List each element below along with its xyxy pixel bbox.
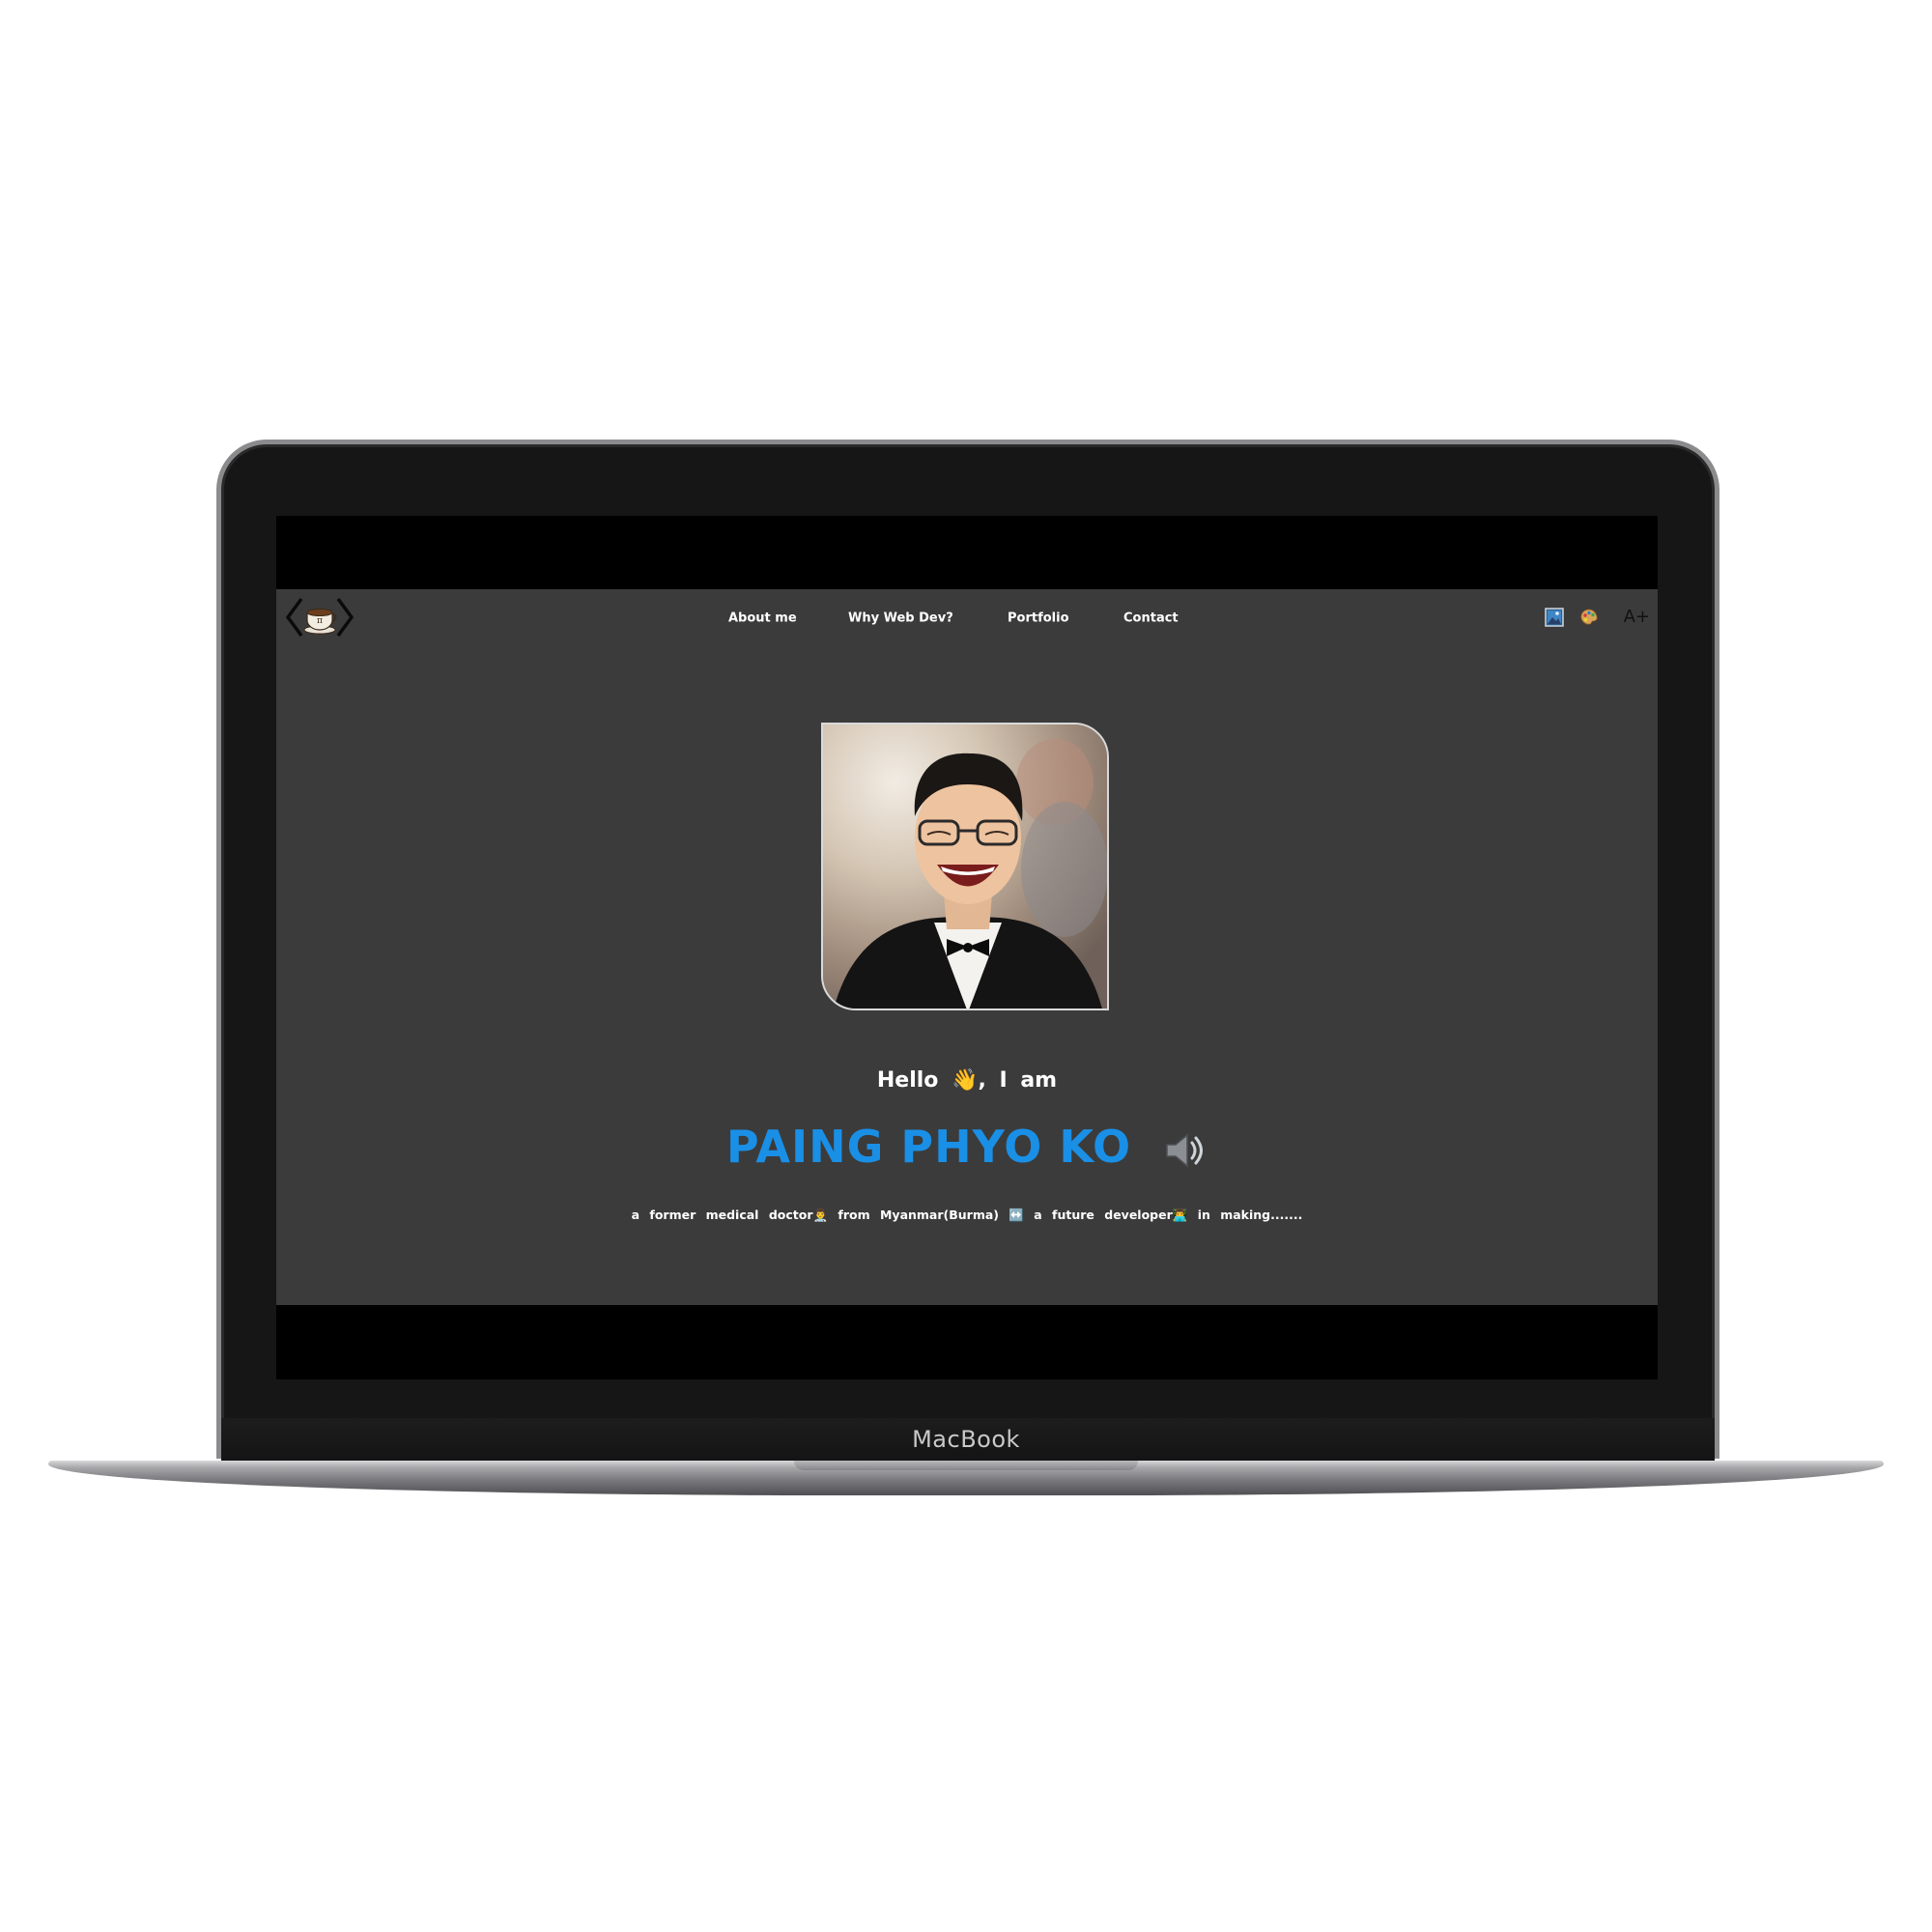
palette-icon[interactable] [1578, 607, 1600, 628]
font-size-increase-button[interactable]: A+ [1624, 607, 1650, 628]
nav-portfolio[interactable]: Portfolio [1008, 611, 1069, 626]
hero-name: PAING PHYO KO [725, 1121, 1132, 1173]
profile-photo-illustration [823, 724, 1107, 1009]
hero-name-row: PAING PHYO KO [276, 1121, 1658, 1173]
toolbar-right: A+ [1544, 607, 1650, 630]
profile-photo [821, 723, 1109, 1010]
nav-why-web-dev[interactable]: Why Web Dev? [848, 611, 953, 626]
macbook-mockup: MacBook π About me Why Web Dev? Portfoli… [0, 0, 1932, 1932]
laptop-hinge-notch [794, 1461, 1138, 1470]
picture-icon[interactable] [1544, 607, 1565, 628]
device-brand-label: MacBook [912, 1426, 1020, 1453]
coffee-cup-logo-icon[interactable]: π [284, 593, 355, 641]
hero-tagline: a former medical doctor👨‍⚕️ from Myanmar… [631, 1208, 1303, 1222]
nav-contact[interactable]: Contact [1123, 611, 1179, 626]
greeting-text: Hello 👋, I am [876, 1068, 1058, 1093]
laptop-screen: π About me Why Web Dev? Portfolio Contac… [276, 516, 1658, 1379]
nav-about-me[interactable]: About me [728, 611, 797, 626]
portfolio-page: π About me Why Web Dev? Portfolio Contac… [276, 589, 1658, 1305]
svg-text:π: π [317, 616, 323, 626]
speaker-icon[interactable] [1163, 1128, 1208, 1173]
